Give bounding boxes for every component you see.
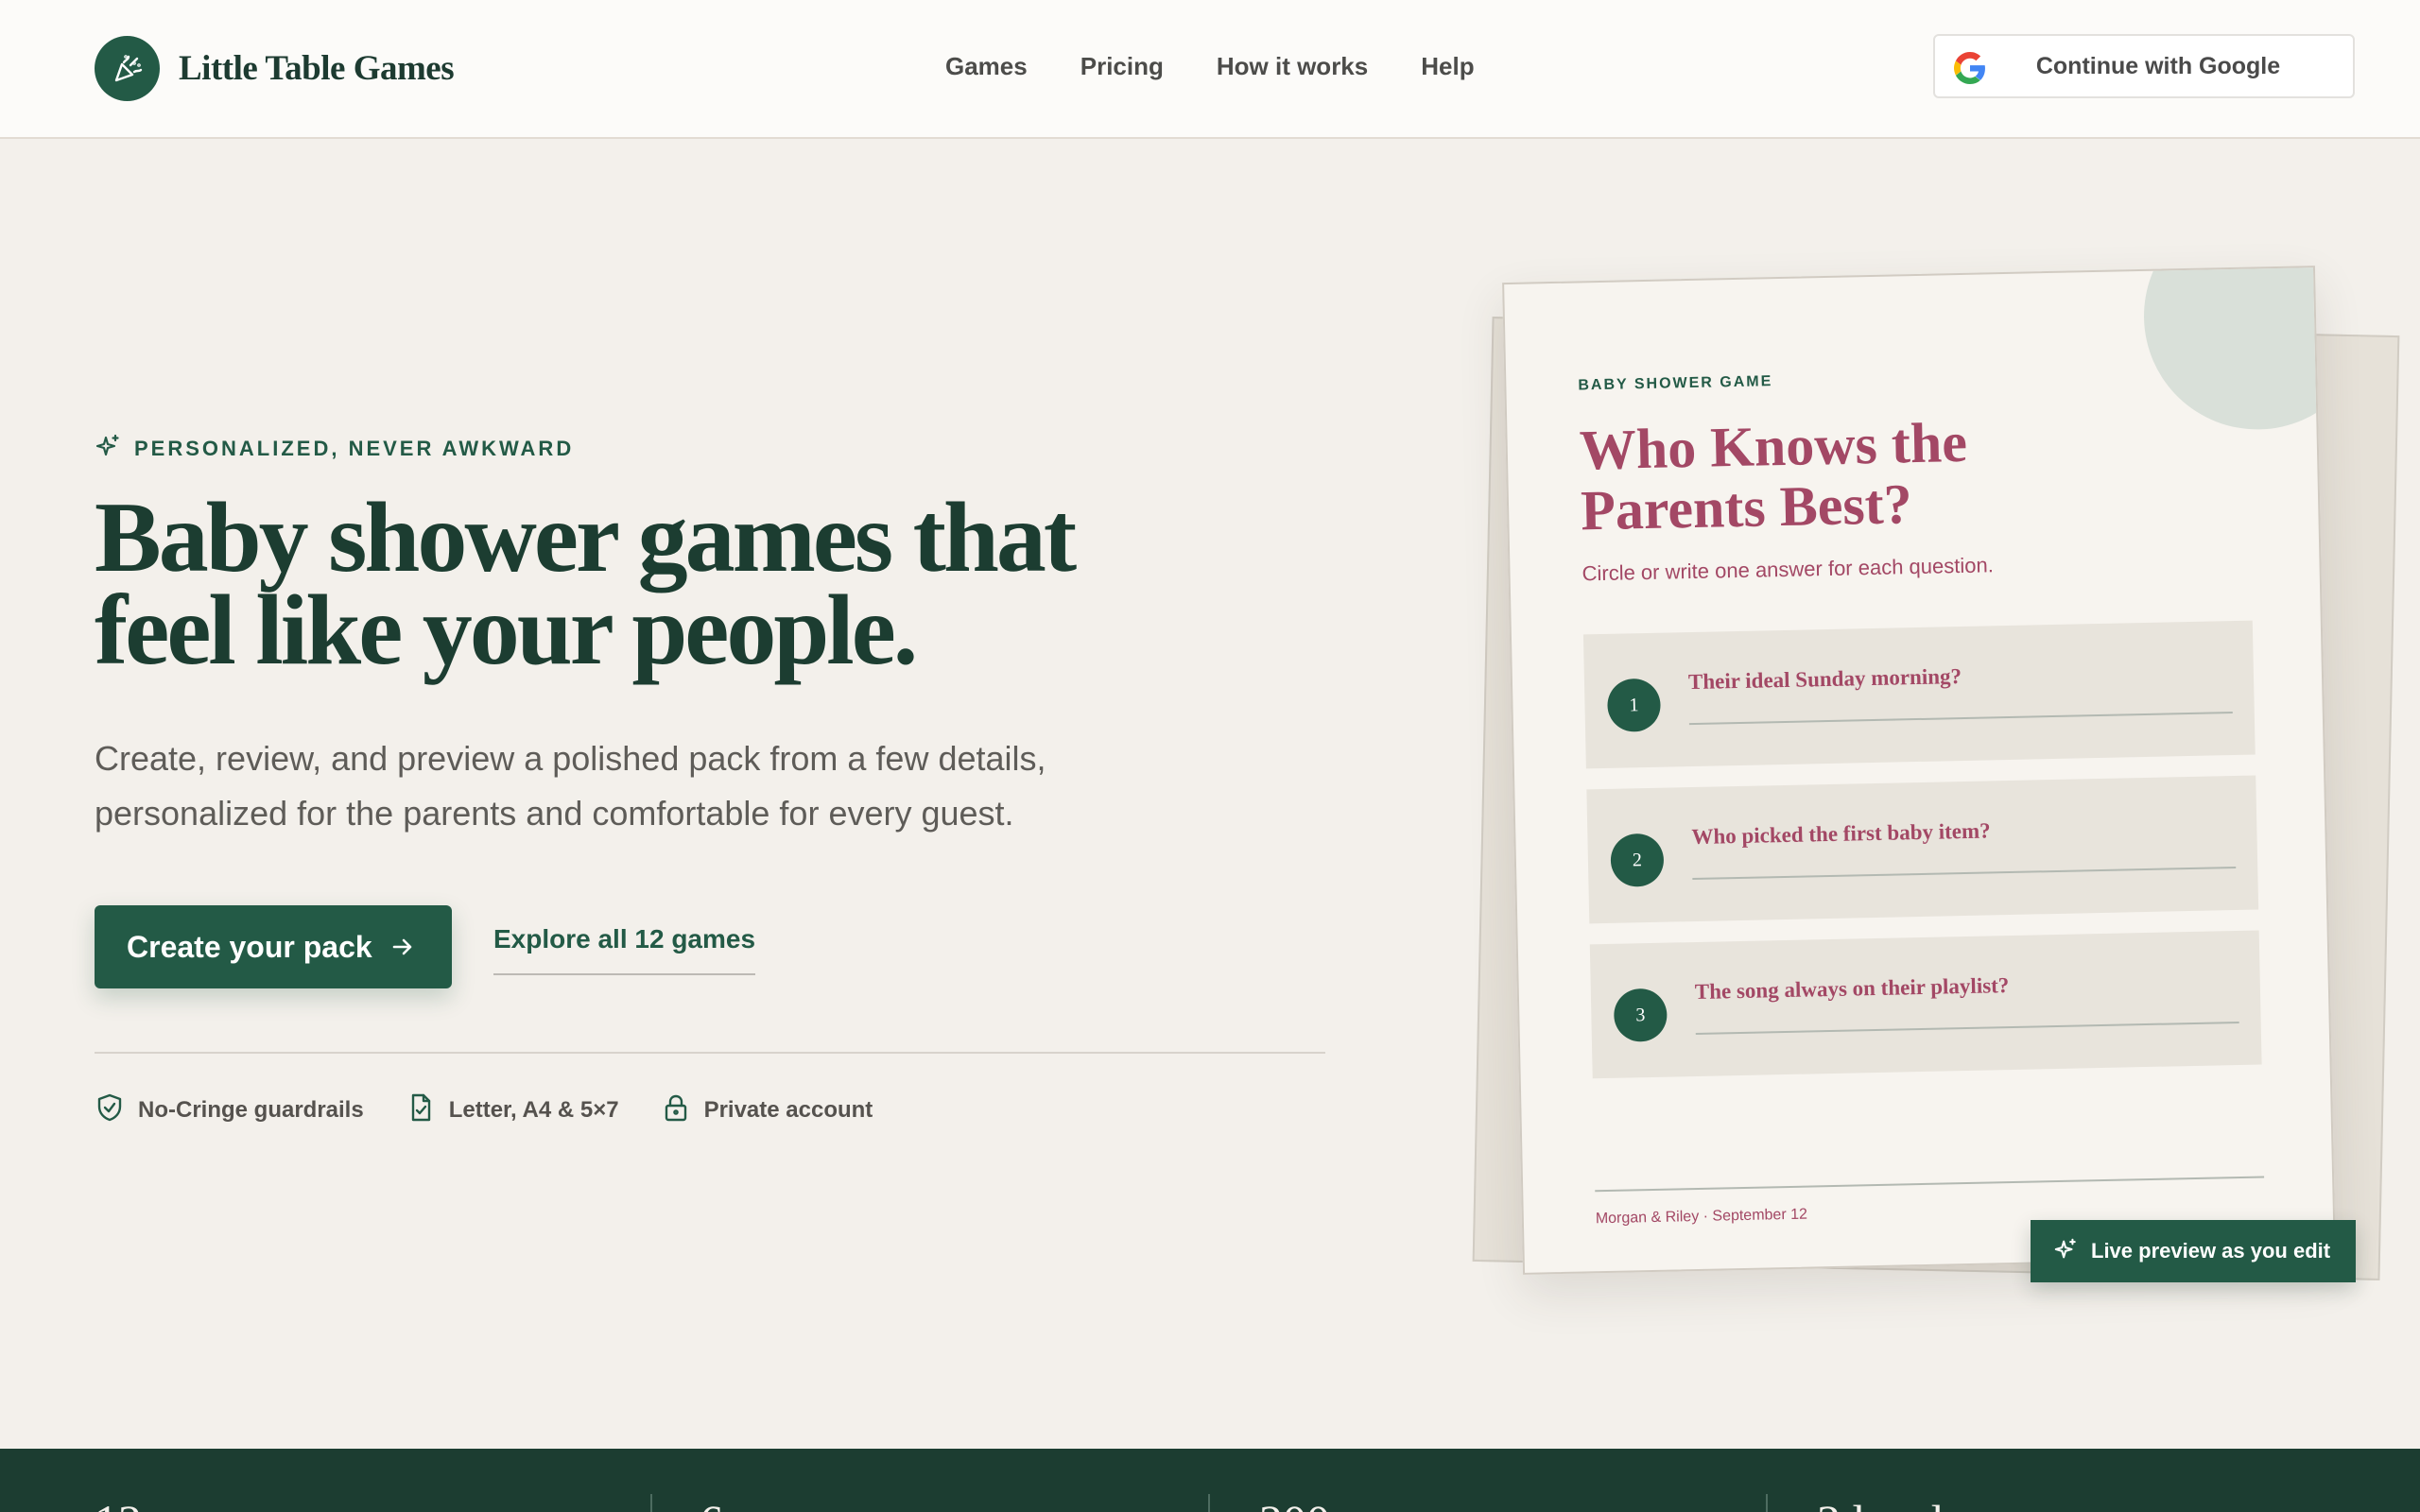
hero-eyebrow: PERSONALIZED, NEVER AWKWARD [95,433,574,464]
answer-line [1688,712,2233,726]
question-text: The song always on their playlist? [1694,973,2010,1005]
main-nav: Games Pricing How it works Help [945,49,1528,83]
create-pack-label: Create your pack [127,929,372,964]
eyebrow-text: PERSONALIZED, NEVER AWKWARD [134,436,575,460]
sparkle-icon [2053,1237,2078,1266]
hero-divider [95,1052,1325,1054]
sparkle-icon [95,433,121,464]
feature-list: No-Cringe guardrails Letter, A4 & 5×7 Pr… [95,1092,914,1127]
question-number: 2 [1610,833,1665,887]
preview-kicker: BABY SHOWER GAME [1578,373,1773,394]
live-preview-badge: Live preview as you edit [2031,1220,2356,1282]
stat-divider [650,1494,652,1512]
question-number: 3 [1613,988,1668,1042]
headline-line-1: Baby shower games that [95,482,1077,593]
hero-headline: Baby shower games that feel like your pe… [95,482,1229,685]
hero-subcopy: Create, review, and preview a polished p… [95,731,1153,841]
google-button-label: Continue with Google [2035,52,2281,79]
question-number: 1 [1606,678,1662,732]
site-header: Little Table Games Games Pricing How it … [0,0,2420,139]
party-popper-icon [95,36,160,101]
subcopy-line-1: Create, review, and preview a polished p… [95,739,1046,778]
stat-value: 200 [1259,1494,1330,1512]
feature-private-label: Private account [703,1096,873,1123]
decorative-circle [2141,266,2336,432]
preview-title: Who Knows the Parents Best? [1579,409,2111,542]
document-check-icon [406,1092,436,1127]
lock-icon [661,1092,691,1127]
stat-value: 12 [95,1494,142,1512]
feature-formats: Letter, A4 & 5×7 [406,1092,619,1127]
brand-name: Little Table Games [179,49,455,88]
feature-guardrails: No-Cringe guardrails [95,1092,364,1127]
preview-instructions: Circle or write one answer for each ques… [1582,553,1995,586]
continue-with-google-button[interactable]: Continue with Google [1933,34,2355,98]
nav-how-it-works[interactable]: How it works [1217,49,1368,83]
headline-line-2: feel like your people. [95,575,918,685]
feature-formats-label: Letter, A4 & 5×7 [448,1096,619,1123]
brand[interactable]: Little Table Games [95,36,455,101]
stat-divider [1208,1494,1210,1512]
feature-private: Private account [661,1092,873,1127]
arrow-right-icon [389,934,416,965]
footer-divider [1595,1176,2265,1193]
preview-footer: Morgan & Riley · September 12 [1595,1206,1808,1228]
shield-check-icon [95,1092,125,1127]
question-row: 3 The song always on their playlist? [1589,930,2262,1079]
nav-games[interactable]: Games [945,49,1028,83]
question-text: Who picked the first baby item? [1691,818,1991,850]
preview-title-line-1: Who Knows the [1579,410,1968,482]
feature-guardrails-label: No-Cringe guardrails [138,1096,364,1123]
answer-line [1692,867,2237,881]
stat-value: 3 levels [1817,1494,1962,1512]
game-preview-card: BABY SHOWER GAME Who Knows the Parents B… [1502,266,2336,1275]
stat-divider [1766,1494,1768,1512]
nav-pricing[interactable]: Pricing [1080,49,1164,83]
question-row: 2 Who picked the first baby item? [1586,775,2259,924]
answer-line [1695,1021,2239,1036]
question-row: 1 Their ideal Sunday morning? [1582,620,2256,769]
live-preview-label: Live preview as you edit [2091,1239,2331,1263]
stat-value: 6 [700,1494,723,1512]
question-text: Their ideal Sunday morning? [1687,664,1962,695]
stats-bar: 12 6 200 3 levels [0,1449,2420,1512]
nav-help[interactable]: Help [1421,49,1474,83]
subcopy-line-2: personalized for the parents and comfort… [95,794,1014,833]
preview-title-line-2: Parents Best? [1580,472,1913,542]
explore-games-link[interactable]: Explore all 12 games [493,924,756,975]
create-pack-button[interactable]: Create your pack [95,905,452,988]
